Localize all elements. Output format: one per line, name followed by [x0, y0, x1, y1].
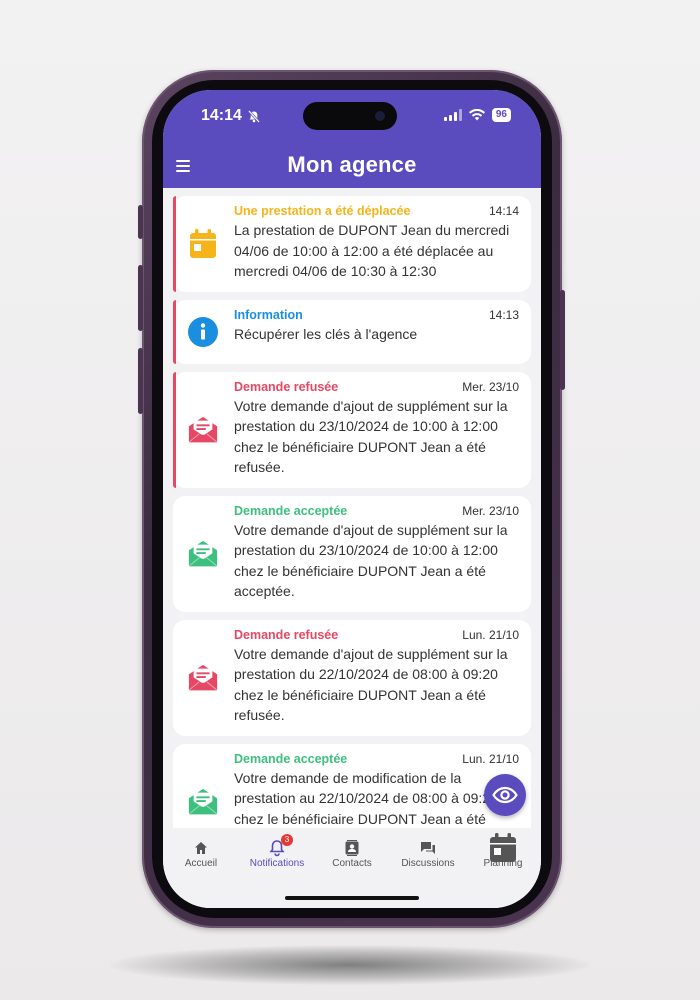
status-icons: 96 [443, 108, 511, 122]
notification-date: Mer. 23/10 [462, 379, 519, 394]
tab-planning[interactable]: Planning [465, 833, 541, 869]
notification-date: Lun. 21/10 [462, 751, 519, 766]
notification-title: Information [234, 307, 303, 322]
contacts-icon [314, 838, 390, 858]
chat-icon [390, 838, 466, 858]
phone-shadow [110, 945, 590, 985]
app-screen: 14:14 96 Mon agence Une prestation a été… [163, 90, 541, 908]
power-button [560, 290, 565, 390]
notification-body: Votre demande d'ajout de supplément sur … [234, 397, 508, 476]
battery-indicator: 96 [491, 108, 511, 122]
tab-accueil[interactable]: Accueil [163, 838, 239, 869]
envelope-open-icon [188, 415, 218, 445]
envelope-open-icon [188, 663, 218, 693]
calendar-icon [465, 833, 541, 862]
notification-date: 14:14 [488, 204, 519, 218]
calendar-icon [188, 229, 218, 259]
bell-muted-icon [247, 109, 260, 123]
home-icon [163, 838, 239, 858]
bell-icon: 3 [239, 834, 315, 858]
tab-contacts[interactable]: Contacts [314, 838, 390, 869]
notification-body: La prestation de DUPONT Jean du mercredi… [234, 222, 510, 279]
notification-body: Récupérer les clés à l'agence [234, 325, 418, 342]
notification-title: Demande acceptée [234, 751, 348, 766]
tab-label: Accueil [184, 858, 218, 869]
notification-card[interactable]: Demande refusée Mer. 23/10 Votre demande… [173, 371, 531, 488]
notification-body: Votre demande d'ajout de supplément sur … [234, 645, 508, 724]
status-time: 14:14 [201, 107, 260, 125]
notification-card[interactable]: Demande refusée Lun. 21/10 Votre demande… [173, 619, 531, 736]
page-title: Mon agence [287, 152, 417, 177]
tab-notifications[interactable]: 3 Notifications [239, 834, 315, 869]
notification-title: Une prestation a été déplacée [234, 204, 411, 218]
notification-date: Lun. 21/10 [462, 627, 519, 642]
notification-body: Votre demande de modification de la pres… [234, 769, 498, 827]
envelope-open-icon [188, 539, 218, 569]
volume-up-button [138, 265, 143, 331]
notification-title: Demande acceptée [234, 503, 348, 518]
clock: 14:14 [201, 107, 242, 124]
eye-icon [492, 786, 518, 804]
notification-title: Demande refusée [234, 627, 339, 642]
notification-date: 14:13 [488, 307, 519, 322]
notification-badge: 3 [281, 834, 293, 846]
notification-body: Votre demande d'ajout de supplément sur … [234, 521, 508, 600]
info-icon [188, 316, 218, 347]
mute-switch [138, 205, 143, 239]
signal-icon [443, 109, 462, 121]
notification-card[interactable]: Demande acceptée Mer. 23/10 Votre demand… [173, 495, 531, 612]
home-indicator [285, 896, 419, 900]
tab-label: Contacts [332, 858, 372, 869]
volume-down-button [138, 348, 143, 414]
notification-card[interactable]: Demande acceptée Lun. 21/10 Votre demand… [173, 743, 531, 828]
mark-read-fab[interactable] [484, 774, 526, 816]
tab-label: Notifications [249, 858, 305, 869]
tab-discussions[interactable]: Discussions [390, 838, 466, 869]
envelope-open-icon [188, 787, 218, 817]
app-header: 14:14 96 Mon agence [163, 90, 541, 188]
notification-list[interactable]: Une prestation a été déplacée 14:14 La p… [173, 196, 531, 828]
dynamic-island [303, 102, 397, 130]
wifi-icon [468, 109, 485, 121]
notification-date: Mer. 23/10 [462, 503, 519, 518]
tab-label: Discussions [401, 858, 455, 869]
notification-title: Demande refusée [234, 379, 339, 394]
notification-card[interactable]: Information 14:13 Récupérer les clés à l… [173, 299, 531, 364]
notification-card[interactable]: Une prestation a été déplacée 14:14 La p… [173, 196, 531, 292]
